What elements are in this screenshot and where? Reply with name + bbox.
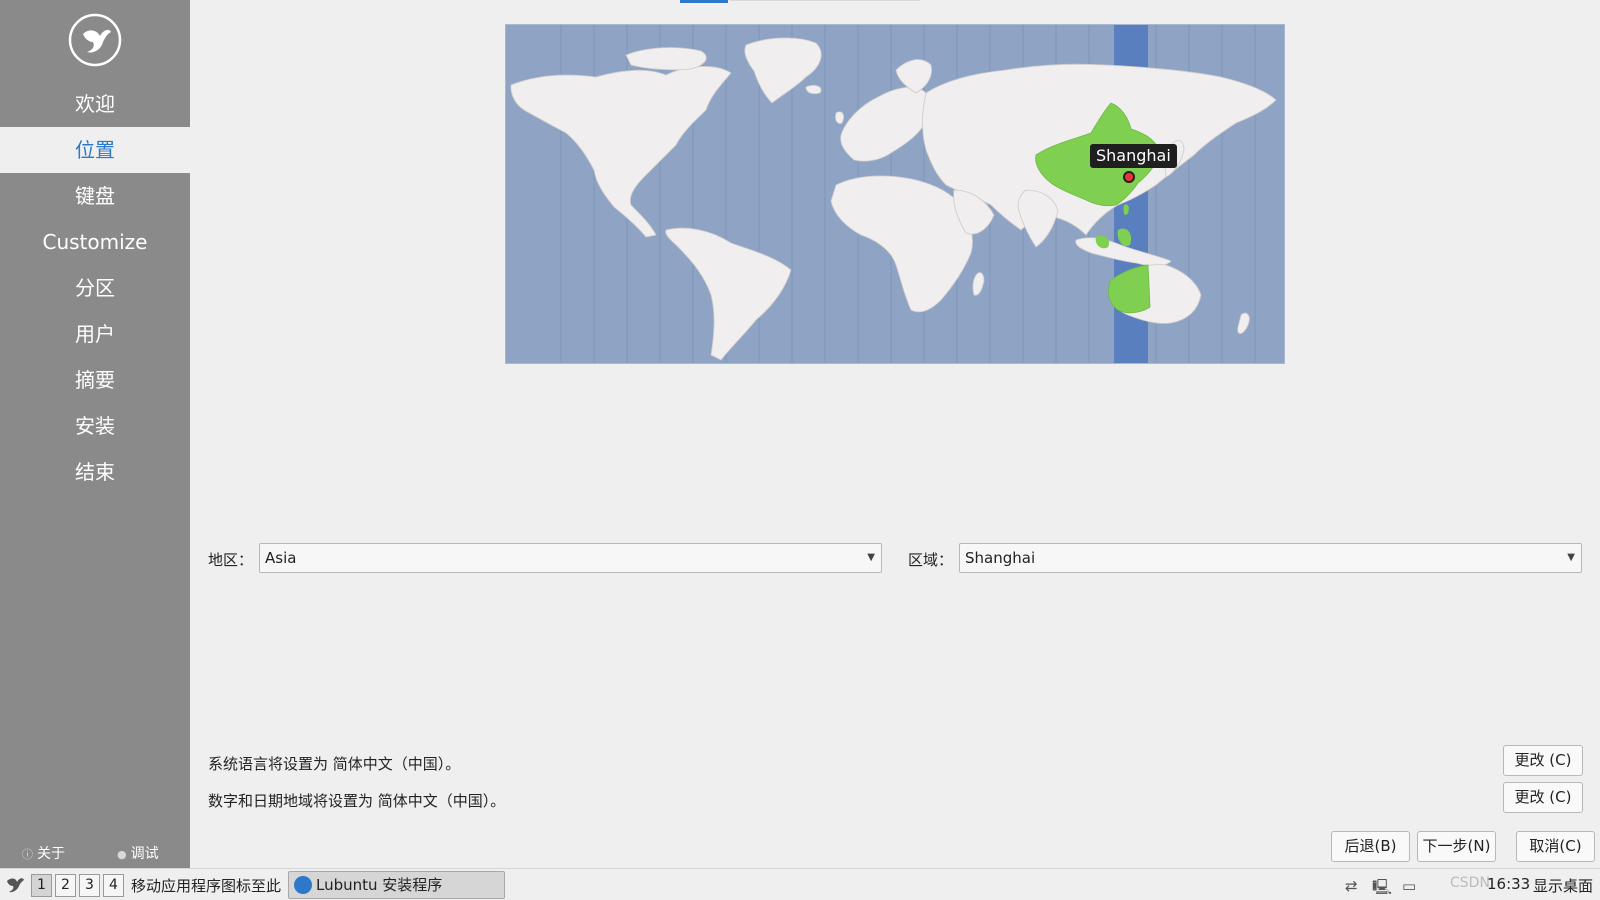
next-button[interactable]: 下一步(N) [1417, 831, 1496, 862]
change-locale-button[interactable]: 更改 (C) [1503, 782, 1583, 813]
taskbar: 1 2 3 4 移动应用程序图标至此 Lubuntu 安装程序 ⇄ 🖳 ▭ CS… [0, 868, 1600, 900]
locale-info-text: 数字和日期地域将设置为 简体中文（中国）。 [208, 792, 506, 810]
debug-label: 调试 [130, 846, 159, 862]
lubuntu-logo-icon [68, 13, 122, 67]
region-select-value: Asia [265, 549, 297, 567]
sidebar-item-customize[interactable]: Customize [0, 219, 190, 265]
page-indicator [680, 0, 728, 3]
workspace-3[interactable]: 3 [79, 874, 100, 897]
page-indicator-track [730, 0, 920, 1]
sidebar: 欢迎 位置 键盘 Customize 分区 用户 摘要 安装 结束 ⓘ 关于 ● 调… [0, 0, 190, 868]
region-label: 地区： [208, 551, 254, 569]
sidebar-item-keyboard[interactable]: 键盘 [0, 173, 190, 219]
bug-icon: ● [117, 848, 127, 861]
sidebar-item-users[interactable]: 用户 [0, 311, 190, 357]
timezone-map[interactable] [505, 24, 1285, 364]
workspace-1[interactable]: 1 [31, 874, 52, 897]
sidebar-item-summary[interactable]: 摘要 [0, 357, 190, 403]
sidebar-footer: ⓘ 关于 ● 调试 [0, 840, 190, 864]
zone-select[interactable]: Shanghai ▼ [959, 543, 1582, 573]
taskbar-task-installer[interactable]: Lubuntu 安装程序 [288, 871, 505, 899]
chevron-down-icon: ▼ [867, 552, 875, 563]
sidebar-item-finish[interactable]: 结束 [0, 449, 190, 495]
sidebar-item-welcome[interactable]: 欢迎 [0, 81, 190, 127]
zone-label: 区域： [908, 551, 954, 569]
show-desktop-button[interactable]: 显示桌面 [1533, 875, 1593, 896]
workspace-2[interactable]: 2 [55, 874, 76, 897]
location-pin-icon [1123, 171, 1135, 183]
chevron-down-icon: ▼ [1567, 552, 1575, 563]
debug-button[interactable]: ● 调试 [117, 843, 159, 863]
start-menu-icon[interactable] [4, 873, 26, 895]
network-monitor-icon[interactable]: 🖳 [1372, 877, 1392, 900]
about-button[interactable]: ⓘ 关于 [22, 843, 65, 863]
world-map-graphic [510, 25, 1277, 363]
back-button[interactable]: 后退(B) [1331, 831, 1410, 862]
region-select[interactable]: Asia ▼ [259, 543, 882, 573]
map-location-tooltip: Shanghai [1090, 144, 1177, 168]
sidebar-item-partitions[interactable]: 分区 [0, 265, 190, 311]
watermark-text: CSDN [1450, 875, 1490, 891]
quicklaunch-hint: 移动应用程序图标至此 [131, 877, 282, 895]
info-icon: ⓘ [22, 848, 33, 861]
network-arrows-icon[interactable]: ⇄ [1345, 877, 1358, 895]
cancel-button[interactable]: 取消(C) [1516, 831, 1595, 862]
installer-app-icon [294, 876, 312, 894]
change-language-button[interactable]: 更改 (C) [1503, 745, 1583, 776]
keyboard-tray-icon[interactable]: ▭ [1402, 877, 1416, 895]
language-info-text: 系统语言将设置为 简体中文（中国）。 [208, 755, 461, 773]
zone-select-value: Shanghai [965, 549, 1036, 567]
sidebar-item-install[interactable]: 安装 [0, 403, 190, 449]
sidebar-item-location[interactable]: 位置 [0, 127, 190, 173]
workspace-4[interactable]: 4 [103, 874, 124, 897]
clock[interactable]: 16:33 [1487, 875, 1530, 893]
taskbar-task-label: Lubuntu 安装程序 [316, 876, 443, 894]
about-label: 关于 [37, 846, 65, 862]
